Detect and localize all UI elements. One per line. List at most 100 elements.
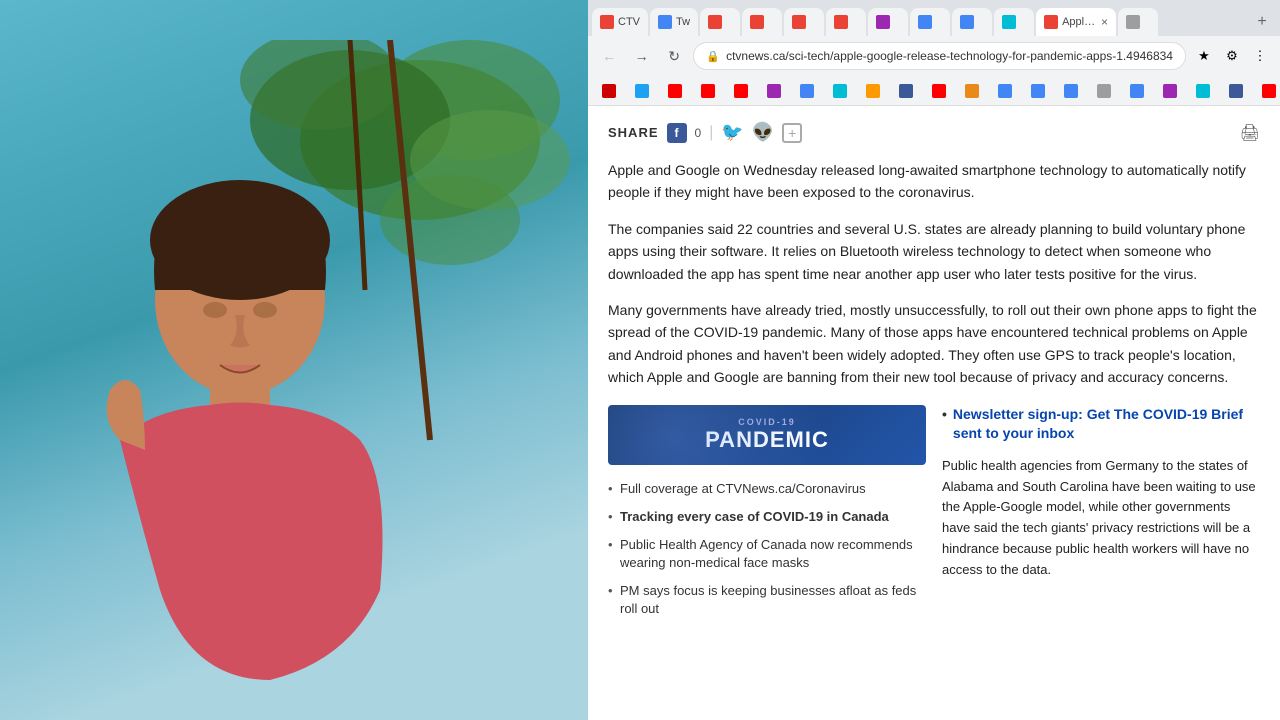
- share-twitter-button[interactable]: 🐦: [721, 122, 743, 143]
- bookmark-favicon-17: [1130, 84, 1144, 98]
- back-button[interactable]: ←: [596, 42, 622, 70]
- covid-links-list: Full coverage at CTVNews.ca/Coronavirus …: [608, 465, 926, 624]
- bookmark-favicon-9: [866, 84, 880, 98]
- bookmark-favicon-8: [833, 84, 847, 98]
- browser-tab-active[interactable]: Apple, Google re... ×: [1036, 8, 1116, 36]
- bookmark-favicon-19: [1196, 84, 1210, 98]
- bookmark-15[interactable]: [1058, 82, 1087, 100]
- tab-favicon-2: [658, 15, 672, 29]
- tab-close-icon[interactable]: ×: [1101, 15, 1108, 29]
- share-facebook-button[interactable]: f: [667, 123, 687, 143]
- article-paragraph-1: Apple and Google on Wednesday released l…: [608, 159, 1260, 204]
- browser-tabs-bar: CTV Tw: [588, 0, 1280, 36]
- bookmark-14[interactable]: [1025, 82, 1054, 100]
- bookmark-favicon-12: [965, 84, 979, 98]
- covid-link-4-text: PM says focus is keeping businesses aflo…: [620, 583, 916, 616]
- bookmark-20[interactable]: [1223, 82, 1252, 100]
- browser-tab-7[interactable]: [868, 8, 908, 36]
- covid-link-2[interactable]: Tracking every case of COVID-19 in Canad…: [608, 503, 926, 531]
- share-label: SHARE: [608, 125, 659, 140]
- tab-label-2: Tw: [676, 16, 690, 28]
- extensions-button[interactable]: ⚙: [1220, 44, 1244, 68]
- browser-tab-10[interactable]: [994, 8, 1034, 36]
- menu-button[interactable]: ⋮: [1248, 44, 1272, 68]
- refresh-button[interactable]: ↻: [661, 42, 687, 70]
- share-reddit-button[interactable]: 👽: [752, 122, 774, 143]
- bookmark-3[interactable]: [662, 82, 691, 100]
- bookmarks-bar: [588, 76, 1280, 106]
- article-paragraph-3: Many governments have already tried, mos…: [608, 299, 1260, 389]
- covid-link-1[interactable]: Full coverage at CTVNews.ca/Coronavirus: [608, 475, 926, 503]
- browser-tab-2[interactable]: Tw: [650, 8, 698, 36]
- tab-label-active: Apple, Google re...: [1062, 16, 1097, 28]
- tab-favicon-5: [792, 15, 806, 29]
- share-bar: SHARE f 0 | 🐦 👽 + 🖨: [608, 122, 1260, 143]
- bookmark-16[interactable]: [1091, 82, 1120, 100]
- bookmark-21[interactable]: [1256, 82, 1280, 100]
- bookmark-2[interactable]: [629, 82, 658, 100]
- bookmark-favicon-10: [899, 84, 913, 98]
- covid-link-1-text: Full coverage at CTVNews.ca/Coronavirus: [620, 481, 866, 496]
- facebook-count: 0: [695, 126, 702, 140]
- tab-favicon-10: [1002, 15, 1016, 29]
- tab-favicon-9: [960, 15, 974, 29]
- bookmark-5[interactable]: [728, 82, 757, 100]
- bookmark-favicon-3: [668, 84, 682, 98]
- address-bar[interactable]: 🔒 ctvnews.ca/sci-tech/apple-google-relea…: [693, 42, 1186, 70]
- lock-icon: 🔒: [706, 50, 720, 63]
- tab-favicon-3: [708, 15, 722, 29]
- tab-favicon-1: [600, 15, 614, 29]
- bookmark-17[interactable]: [1124, 82, 1153, 100]
- bookmark-13[interactable]: [992, 82, 1021, 100]
- browser-tab-4[interactable]: [742, 8, 782, 36]
- bookmark-11[interactable]: [926, 82, 955, 100]
- bookmark-star-button[interactable]: ★: [1192, 44, 1216, 68]
- forward-button[interactable]: →: [628, 42, 654, 70]
- tab-favicon-extra: [1126, 15, 1140, 29]
- pandemic-headline: PANDEMIC: [705, 427, 829, 453]
- print-button[interactable]: 🖨: [1240, 123, 1260, 143]
- browser-tab-extra[interactable]: [1118, 8, 1158, 36]
- bookmark-18[interactable]: [1157, 82, 1186, 100]
- share-more-button[interactable]: +: [782, 123, 802, 143]
- covid-tag: COVID-19: [738, 417, 796, 427]
- bookmark-favicon-20: [1229, 84, 1243, 98]
- newsletter-link[interactable]: Newsletter sign-up: Get The COVID-19 Bri…: [942, 405, 1260, 444]
- tab-favicon-active: [1044, 15, 1058, 29]
- address-bar-url: ctvnews.ca/sci-tech/apple-google-release…: [726, 49, 1173, 63]
- browser-tab-9[interactable]: [952, 8, 992, 36]
- bookmark-favicon-16: [1097, 84, 1111, 98]
- browser-tab-3[interactable]: [700, 8, 740, 36]
- video-panel: [0, 0, 590, 720]
- bookmark-favicon-7: [800, 84, 814, 98]
- browser-tab-1[interactable]: CTV: [592, 8, 648, 36]
- browser-window: CTV Tw: [588, 0, 1280, 720]
- bookmark-19[interactable]: [1190, 82, 1219, 100]
- covid-link-3[interactable]: Public Health Agency of Canada now recom…: [608, 531, 926, 577]
- browser-toolbar: ← → ↻ 🔒 ctvnews.ca/sci-tech/apple-google…: [588, 36, 1280, 76]
- bookmark-4[interactable]: [695, 82, 724, 100]
- bookmark-6[interactable]: [761, 82, 790, 100]
- tab-favicon-7: [876, 15, 890, 29]
- bookmark-favicon-2: [635, 84, 649, 98]
- covid-banner-section: COVID-19 PANDEMIC Full coverage at CTVNe…: [608, 405, 926, 624]
- bookmark-10[interactable]: [893, 82, 922, 100]
- browser-tab-6[interactable]: [826, 8, 866, 36]
- browser-tab-8[interactable]: [910, 8, 950, 36]
- right-article-text: Public health agencies from Germany to t…: [942, 456, 1260, 581]
- new-tab-button[interactable]: +: [1248, 8, 1276, 36]
- bookmark-favicon-1: [602, 84, 616, 98]
- covid-link-4[interactable]: PM says focus is keeping businesses aflo…: [608, 577, 926, 623]
- share-divider: |: [709, 124, 713, 142]
- tab-favicon-8: [918, 15, 932, 29]
- bookmark-9[interactable]: [860, 82, 889, 100]
- bookmark-favicon-11: [932, 84, 946, 98]
- bookmark-favicon-6: [767, 84, 781, 98]
- bookmark-1[interactable]: [596, 82, 625, 100]
- article-content: SHARE f 0 | 🐦 👽 + 🖨 Apple and Google on …: [588, 106, 1280, 720]
- browser-tab-5[interactable]: [784, 8, 824, 36]
- bookmark-12[interactable]: [959, 82, 988, 100]
- bookmark-7[interactable]: [794, 82, 823, 100]
- bookmark-favicon-13: [998, 84, 1012, 98]
- bookmark-8[interactable]: [827, 82, 856, 100]
